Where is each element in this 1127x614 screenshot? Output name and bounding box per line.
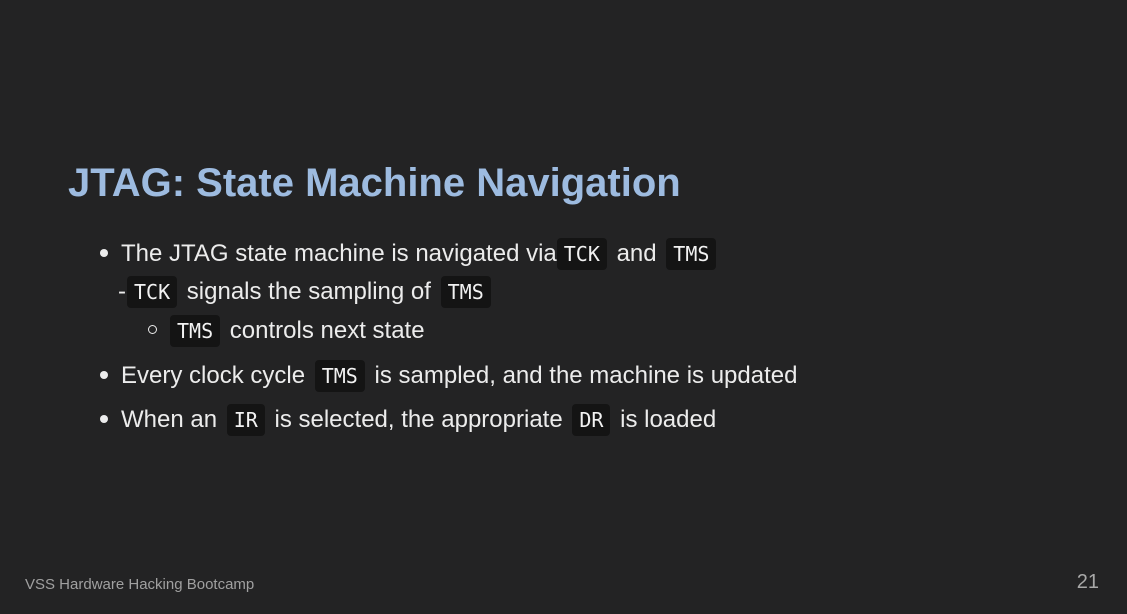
sub-item-text: signals the sampling of	[186, 278, 431, 305]
bullet-text: When an	[121, 406, 218, 433]
bullet-text: is selected, the appropriate	[274, 406, 563, 433]
bullet-text: is loaded	[620, 406, 717, 433]
bullet-dot-icon	[100, 370, 108, 379]
slide-footer: VSS Hardware Hacking Bootcamp	[25, 576, 255, 593]
bullet-text: Every clock cycle	[121, 362, 306, 389]
sub-item-dash: - TCK signals the sampling of TMS	[118, 274, 494, 310]
code-tms: TMS	[314, 360, 365, 392]
code-tck: TCK	[556, 238, 607, 270]
code-dr: DR	[572, 404, 611, 436]
slide: JTAG: State Machine Navigation The JTAG …	[0, 0, 1127, 614]
code-tms: TMS	[666, 238, 717, 270]
bullet-item: Every clock cycle TMS is sampled, and th…	[96, 358, 797, 394]
bullet-text: is sampled, and the machine is updated	[374, 362, 798, 389]
bullet-text: The JTAG state machine is navigated via	[121, 240, 557, 267]
bullet-text: and	[616, 240, 657, 267]
sub-item-text: controls next state	[229, 317, 425, 344]
sub-item: TMS controls next state	[148, 313, 425, 349]
slide-title: JTAG: State Machine Navigation	[68, 161, 681, 205]
bullet-dot-icon	[100, 414, 108, 423]
circle-bullet-icon	[148, 325, 157, 335]
code-tms: TMS	[170, 315, 221, 347]
code-tck: TCK	[127, 276, 178, 308]
code-tms: TMS	[440, 276, 491, 308]
dash-marker: -	[118, 278, 126, 305]
bullet-dot-icon	[100, 248, 108, 257]
code-ir: IR	[226, 404, 265, 436]
bullet-item: The JTAG state machine is navigated via T…	[96, 236, 719, 272]
page-number: 21	[1076, 571, 1099, 593]
bullet-item: When an IR is selected, the appropriate …	[96, 402, 716, 438]
